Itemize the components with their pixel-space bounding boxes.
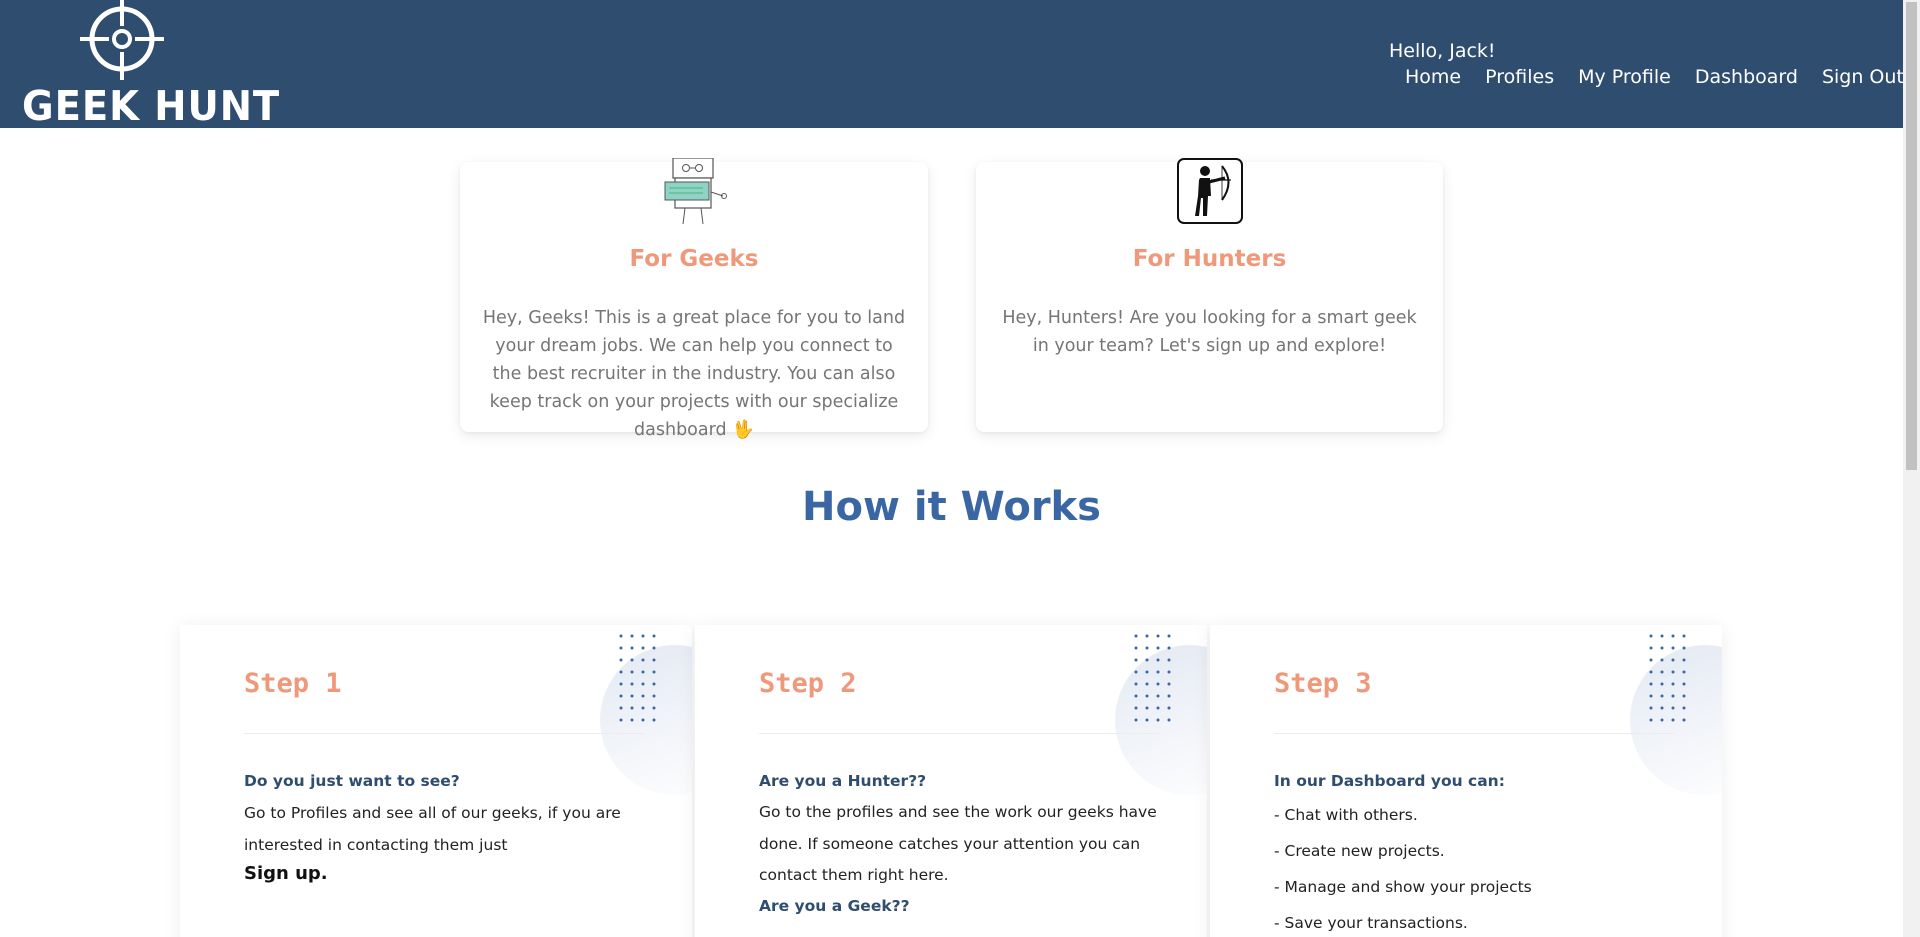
for-hunters-card: For Hunters Hey, Hunters! Are you lookin… bbox=[976, 158, 1443, 432]
step-2-question-2: Are you a Geek?? bbox=[759, 896, 910, 915]
nav-sign-out[interactable]: Sign Out bbox=[1822, 66, 1904, 88]
main-nav: Home Profiles My Profile Dashboard Sign … bbox=[1405, 66, 1904, 88]
step-2-body: Are you a Hunter?? Go to the profiles an… bbox=[759, 771, 1167, 922]
brand-name: GEEK HUNT bbox=[22, 82, 281, 130]
nav-home[interactable]: Home bbox=[1405, 66, 1461, 88]
divider bbox=[244, 733, 644, 734]
step-1-title: Step 1 bbox=[244, 668, 342, 699]
dot-grid-icon bbox=[1649, 634, 1686, 722]
user-greeting: Hello, Jack! bbox=[1389, 40, 1496, 62]
archer-icon bbox=[1176, 158, 1243, 224]
sign-up-text: Sign up. bbox=[244, 863, 328, 884]
divider bbox=[759, 733, 1159, 734]
step-2-question: Are you a Hunter?? bbox=[759, 772, 927, 790]
step-3-title: Step 3 bbox=[1274, 668, 1372, 699]
step-2-text: Go to the profiles and see the work our … bbox=[759, 803, 1157, 884]
page-scrollbar[interactable] bbox=[1903, 0, 1920, 937]
step-1-card: Step 1 Do you just want to see? Go to Pr… bbox=[180, 625, 692, 937]
dot-grid-icon bbox=[1134, 634, 1171, 722]
nav-profiles[interactable]: Profiles bbox=[1485, 66, 1554, 88]
crosshair-icon bbox=[80, 0, 164, 80]
for-hunters-text: Hey, Hunters! Are you looking for a smar… bbox=[1002, 308, 1417, 356]
logo[interactable]: GEEK HUNT bbox=[10, 0, 279, 130]
step-2-title: Step 2 bbox=[759, 668, 857, 699]
scrollbar-thumb[interactable] bbox=[1906, 2, 1917, 470]
list-item: - Manage and show your projects bbox=[1274, 878, 1532, 896]
step-1-question: Do you just want to see? bbox=[244, 772, 460, 790]
step-2-card: Step 2 Are you a Hunter?? Go to the prof… bbox=[695, 625, 1207, 937]
for-geeks-card: For Geeks Hey, Geeks! This is a great pl… bbox=[460, 158, 928, 440]
step-3-card: Step 3 In our Dashboard you can: - Chat … bbox=[1210, 625, 1722, 937]
list-item: - Save your transactions. bbox=[1274, 914, 1468, 932]
nav-dashboard[interactable]: Dashboard bbox=[1695, 66, 1798, 88]
for-hunters-title: For Hunters bbox=[1132, 246, 1287, 272]
step-1-body: Do you just want to see? Go to Profiles … bbox=[244, 771, 652, 884]
list-item: - Chat with others. bbox=[1274, 806, 1418, 824]
robot-holding-sign-icon bbox=[664, 158, 727, 225]
list-item: - Create new projects. bbox=[1274, 842, 1445, 860]
how-it-works-title: How it Works bbox=[802, 484, 1101, 530]
for-geeks-text: Hey, Geeks! This is a great place for yo… bbox=[482, 308, 906, 440]
nav-my-profile[interactable]: My Profile bbox=[1578, 66, 1671, 88]
step-1-text: Go to Profiles and see all of our geeks,… bbox=[244, 804, 621, 854]
step-3-question: In our Dashboard you can: bbox=[1274, 772, 1505, 790]
for-geeks-title: For Geeks bbox=[629, 246, 759, 272]
divider bbox=[1274, 733, 1674, 734]
dot-grid-icon bbox=[619, 634, 656, 722]
step-3-body: In our Dashboard you can: - Chat with ot… bbox=[1274, 771, 1682, 937]
navbar: GEEK HUNT Hello, Jack! Home Profiles My … bbox=[0, 0, 1904, 130]
